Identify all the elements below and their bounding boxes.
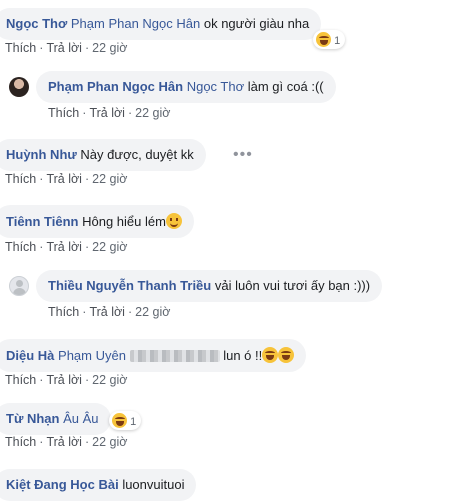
- comment-bubble: Diệu Hà Phạm Uyên lun ó !!: [0, 339, 307, 372]
- comment-text: ok người giàu nha: [203, 16, 310, 31]
- timestamp[interactable]: 22 giờ: [92, 41, 127, 55]
- timestamp[interactable]: 22 giờ: [135, 305, 170, 319]
- reaction-count: 1: [334, 35, 341, 47]
- redacted-name: [129, 350, 220, 362]
- comment-bubble: Từ Nhạn Âu Âu: [0, 403, 111, 435]
- comment-bubble: Phạm Phan Ngọc Hân Ngọc Thơ làm gì coá :…: [36, 71, 336, 103]
- comment-bubble: Kiệt Đang Học Bài luonvuituoi: [0, 469, 197, 501]
- like-link[interactable]: Thích: [5, 41, 36, 55]
- comment-actions: Thích · Trả lời · 22 giờ: [5, 172, 128, 186]
- like-link[interactable]: Thích: [48, 305, 79, 319]
- like-link[interactable]: Thích: [5, 172, 36, 186]
- reaction-badge[interactable]: 1: [109, 411, 142, 430]
- comment-text: làm gì coá :((: [247, 79, 324, 94]
- comment-actions: Thích · Trả lời · 22 giờ: [48, 305, 171, 319]
- comment-bubble: Tiênn Tiênn Hông hiểu lém: [0, 205, 194, 238]
- comment-author[interactable]: Kiệt Đang Học Bài: [6, 477, 119, 492]
- more-options-icon[interactable]: •••: [233, 146, 253, 164]
- comment-author[interactable]: Ngọc Thơ: [6, 16, 67, 31]
- reaction-count: 1: [130, 416, 137, 428]
- timestamp[interactable]: 22 giờ: [135, 106, 170, 120]
- laughing-emoji-icon: [262, 347, 279, 363]
- reply-link[interactable]: Trả lời: [46, 240, 82, 254]
- mention-link[interactable]: Phạm Phan Ngọc Hân: [71, 16, 200, 31]
- comment-author[interactable]: Tiênn Tiênn: [6, 214, 78, 229]
- like-link[interactable]: Thích: [48, 106, 79, 120]
- comment-actions: Thích · Trả lời · 22 giờ: [48, 106, 171, 120]
- avatar[interactable]: [9, 77, 29, 97]
- comment-author[interactable]: Phạm Phan Ngọc Hân: [48, 79, 183, 94]
- like-link[interactable]: Thích: [5, 435, 36, 449]
- laughing-emoji-icon: [278, 347, 295, 363]
- comment-author[interactable]: Thiều Nguyễn Thanh Triều: [48, 278, 211, 293]
- comment-bubble: Ngọc Thơ Phạm Phan Ngọc Hân ok người già…: [0, 8, 322, 40]
- laughing-emoji-icon: [112, 413, 127, 428]
- reply-link[interactable]: Trả lời: [46, 41, 82, 55]
- reply-link[interactable]: Trả lời: [89, 305, 125, 319]
- reaction-badge[interactable]: 1: [313, 30, 346, 49]
- avatar[interactable]: [9, 276, 29, 296]
- reply-link[interactable]: Trả lời: [89, 106, 125, 120]
- timestamp[interactable]: 22 giờ: [92, 373, 127, 387]
- like-link[interactable]: Thích: [5, 240, 36, 254]
- mention-link[interactable]: Ngọc Thơ: [187, 79, 244, 94]
- grinning-emoji-icon: [165, 213, 182, 229]
- mention-link[interactable]: Âu Âu: [63, 411, 98, 426]
- comment-author[interactable]: Từ Nhạn: [6, 411, 59, 426]
- like-link[interactable]: Thích: [5, 373, 36, 387]
- timestamp[interactable]: 22 giờ: [92, 240, 127, 254]
- comment-text: Này được, duyệt kk: [80, 147, 194, 162]
- reply-link[interactable]: Trả lời: [46, 373, 82, 387]
- comment-bubble: Thiều Nguyễn Thanh Triều vải luôn vui tư…: [36, 270, 383, 302]
- comment-text: Hông hiểu lém: [82, 214, 166, 229]
- reply-link[interactable]: Trả lời: [46, 172, 82, 186]
- comment-bubble: Huỳnh Như Này được, duyệt kk: [0, 139, 206, 171]
- comment-actions: Thích · Trả lời · 22 giờ: [5, 41, 128, 55]
- comment-text: lun ó !!: [223, 348, 263, 363]
- laughing-emoji-icon: [316, 32, 331, 47]
- comment-author[interactable]: Diệu Hà: [6, 348, 54, 363]
- comment-actions: Thích · Trả lời · 22 giờ: [5, 240, 128, 254]
- comment-text: vải luôn vui tươi ấy bạn :))): [214, 278, 371, 293]
- timestamp[interactable]: 22 giờ: [92, 435, 127, 449]
- comment-author[interactable]: Huỳnh Như: [6, 147, 77, 162]
- comment-text: luonvuituoi: [122, 477, 185, 492]
- comment-actions: Thích · Trả lời · 22 giờ: [5, 435, 128, 449]
- timestamp[interactable]: 22 giờ: [92, 172, 127, 186]
- reply-link[interactable]: Trả lời: [46, 435, 82, 449]
- comment-actions: Thích · Trả lời · 22 giờ: [5, 373, 128, 387]
- mention-link[interactable]: Phạm Uyên: [58, 348, 126, 363]
